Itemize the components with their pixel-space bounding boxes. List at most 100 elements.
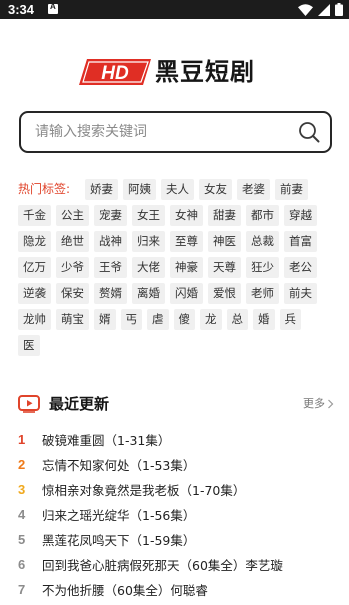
- tag-chip[interactable]: 娇妻: [85, 179, 118, 200]
- tag-chip[interactable]: 龙: [200, 309, 222, 330]
- tag-row: 热门标签: 娇妻 阿姨 夫人 女友 老婆 前妻: [18, 179, 334, 200]
- list-item[interactable]: 3 惊相亲对象竟然是我老板（1-70集）: [18, 477, 334, 502]
- tag-row: 龙帅 萌宝婿丐虐傻龙总婚兵: [18, 309, 334, 330]
- tag-chip[interactable]: 兵: [279, 309, 301, 330]
- hot-tags-label: 热门标签:: [18, 182, 71, 196]
- recent-updates-list: 1 破镜难重圆（1-31集） 2 忘情不知家何处（1-53集） 3 惊相亲对象竟然是我老板…: [18, 427, 334, 602]
- tag-row: 医: [18, 335, 334, 356]
- tag-chip[interactable]: 龙帅: [18, 309, 51, 330]
- tag-chip[interactable]: 神医: [208, 231, 241, 252]
- rank-number: 6: [18, 557, 26, 572]
- search-input[interactable]: [35, 121, 285, 143]
- tag-row: 逆袭 保安 赘婿 离婚 闪婚 爱恨 老师 前夫: [18, 283, 334, 304]
- more-label: 更多: [303, 397, 325, 410]
- tag-chip[interactable]: 隐龙: [18, 231, 51, 252]
- tag-chip[interactable]: 萌宝: [56, 309, 89, 330]
- tag-row: 隐龙 绝世 战神 归来 至尊 神医 总裁 首富: [18, 231, 334, 252]
- tag-chip[interactable]: 女神: [170, 205, 203, 226]
- tag-chip[interactable]: 亿万: [18, 257, 51, 278]
- signal-icon: [318, 3, 330, 16]
- list-item[interactable]: 4 归来之瑶光绽华（1-56集）: [18, 502, 334, 527]
- drama-title: 惊相亲对象竟然是我老板（1-70集）: [42, 483, 246, 498]
- list-item[interactable]: 7 不为他折腰（60集全）何聪睿: [18, 577, 334, 602]
- rank-number: 5: [18, 532, 26, 547]
- rank-number: 2: [18, 457, 26, 472]
- tag-chip[interactable]: 绝世: [56, 231, 89, 252]
- tag-chip[interactable]: 首富: [284, 231, 317, 252]
- tag-chip[interactable]: 丐: [120, 309, 142, 330]
- tag-chip[interactable]: 神豪: [170, 257, 203, 278]
- more-link[interactable]: 更多: [303, 396, 334, 412]
- tag-chip[interactable]: 甜妻: [208, 205, 241, 226]
- app-logo: HD 黑豆短剧: [79, 57, 255, 87]
- tag-row: 亿万 少爷 王爷 大佬 神豪 天尊 狂少 老公: [18, 257, 334, 278]
- search-box[interactable]: [19, 111, 332, 153]
- tag-chip[interactable]: 傻: [173, 309, 195, 330]
- app-title: 黑豆短剧: [155, 58, 255, 86]
- hd-logo-icon: HD: [79, 59, 151, 85]
- drama-title: 忘情不知家何处（1-53集）: [42, 458, 196, 473]
- tag-chip[interactable]: 天尊: [208, 257, 241, 278]
- tag-row: 千金 公主 宠妻 女王 女神 甜妻 都市 穿越: [18, 205, 334, 226]
- list-item[interactable]: 6 回到我爸心脏病假死那天（60集全）李艺璇: [18, 552, 334, 577]
- tag-chip[interactable]: 虐: [147, 309, 169, 330]
- tag-chip[interactable]: 总裁: [246, 231, 279, 252]
- tag-chip[interactable]: 女王: [132, 205, 165, 226]
- recent-updates-header: 最近更新 更多: [18, 393, 334, 415]
- tag-chip[interactable]: 总: [226, 309, 248, 330]
- tag-chip[interactable]: 婚: [253, 309, 275, 330]
- status-bar: 3:34: [0, 0, 349, 19]
- tag-chip[interactable]: 穿越: [284, 205, 317, 226]
- rank-number: 3: [18, 482, 26, 497]
- tag-chip[interactable]: 老师: [246, 283, 279, 304]
- tag-chip[interactable]: 千金: [18, 205, 51, 226]
- status-icons: [298, 2, 343, 17]
- tag-chip[interactable]: 大佬: [132, 257, 165, 278]
- tag-chip[interactable]: 都市: [246, 205, 279, 226]
- logo-badge-text: HD: [101, 63, 129, 84]
- tv-play-icon: [18, 395, 40, 413]
- tag-chip[interactable]: 狂少: [246, 257, 279, 278]
- tag-chip[interactable]: 逆袭: [18, 283, 51, 304]
- rank-number: 4: [18, 507, 26, 522]
- tag-chip[interactable]: 夫人: [161, 179, 194, 200]
- tag-chip[interactable]: 爱恨: [208, 283, 241, 304]
- tag-chip[interactable]: 婿: [94, 309, 116, 330]
- tag-chip[interactable]: 至尊: [170, 231, 203, 252]
- tag-chip[interactable]: 归来: [132, 231, 165, 252]
- wifi-icon: [298, 3, 313, 16]
- tag-chip[interactable]: 医: [18, 335, 40, 356]
- a-icon: [48, 2, 58, 14]
- tag-chip[interactable]: 保安: [56, 283, 89, 304]
- tag-chip[interactable]: 赘婿: [94, 283, 127, 304]
- rank-number: 7: [18, 582, 26, 597]
- app-screen: 3:34 HD 黑豆短剧 热门: [0, 0, 349, 605]
- tag-chip[interactable]: 王爷: [94, 257, 127, 278]
- tag-chip[interactable]: 少爷: [56, 257, 89, 278]
- list-item[interactable]: 1 破镜难重圆（1-31集）: [18, 427, 334, 452]
- tag-chip[interactable]: 阿姨: [123, 179, 156, 200]
- drama-title: 破镜难重圆（1-31集）: [42, 433, 171, 448]
- chevron-right-icon: [328, 399, 334, 409]
- tag-chip[interactable]: 离婚: [132, 283, 165, 304]
- drama-title: 归来之瑶光绽华（1-56集）: [42, 508, 196, 523]
- status-time: 3:34: [8, 2, 35, 17]
- battery-icon: [335, 3, 343, 16]
- tag-chip[interactable]: 闪婚: [170, 283, 203, 304]
- tag-chip[interactable]: 宠妻: [94, 205, 127, 226]
- tag-chip[interactable]: 前夫: [284, 283, 317, 304]
- rank-number: 1: [18, 432, 26, 447]
- hot-tags: 热门标签: 娇妻 阿姨 夫人 女友 老婆 前妻 千金 公主 宠妻 女王 女神 甜妻 都市 穿越 隐龙 绝世 战神归…: [18, 179, 334, 361]
- list-item[interactable]: 2 忘情不知家何处（1-53集）: [18, 452, 334, 477]
- list-item[interactable]: 5 黑莲花凤鸣天下（1-59集）: [18, 527, 334, 552]
- drama-title: 不为他折腰（60集全）何聪睿: [42, 583, 208, 598]
- drama-title: 回到我爸心脏病假死那天（60集全）李艺璇: [42, 558, 283, 573]
- tag-chip[interactable]: 战神: [94, 231, 127, 252]
- search-icon[interactable]: [298, 121, 320, 143]
- tag-chip[interactable]: 老公: [284, 257, 317, 278]
- tag-chip[interactable]: 老婆: [237, 179, 270, 200]
- tag-chip[interactable]: 前妻: [275, 179, 308, 200]
- recent-updates-title: 最近更新: [49, 395, 110, 413]
- tag-chip[interactable]: 女友: [199, 179, 232, 200]
- tag-chip[interactable]: 公主: [56, 205, 89, 226]
